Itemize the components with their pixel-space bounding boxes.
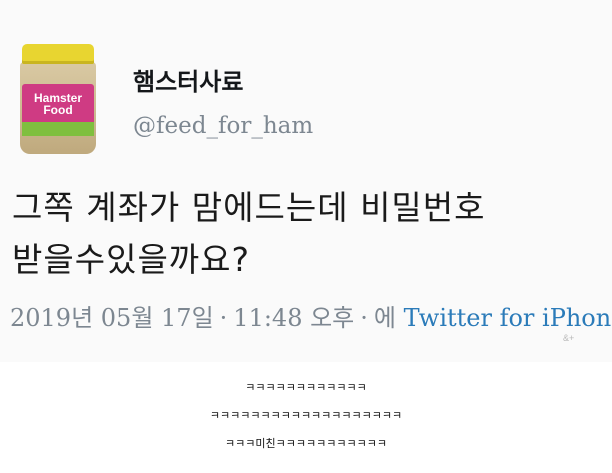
separator-dot: · <box>360 304 368 332</box>
tweet-date[interactable]: 2019년 05월 17일 <box>10 304 214 332</box>
tweet-text: 그쪽 계좌가 맘에드는데 비밀번호 받을수있을까요? <box>12 182 602 286</box>
avatar[interactable]: Hamster Food <box>18 44 98 156</box>
tweet-text-line: 받을수있을까요? <box>12 240 251 279</box>
comment-line: ㅋㅋㅋㅋㅋㅋㅋㅋㅋㅋㅋㅋ <box>245 381 367 394</box>
avatar-jar-body: Hamster Food <box>20 62 96 154</box>
comment-line: ㅋㅋㅋ미친ㅋㅋㅋㅋㅋㅋㅋㅋㅋㅋㅋ <box>225 437 387 450</box>
user-handle[interactable]: @feed_for_ham <box>133 113 313 139</box>
tweet-source-link[interactable]: Twitter for iPhone <box>404 304 612 332</box>
watermark: &+ <box>563 333 575 343</box>
tweet-meta: 2019년 05월 17일 · 11:48 오후 · 에 Twitter for iPh… <box>10 298 612 334</box>
display-name[interactable]: 햄스터사료 <box>133 62 243 97</box>
tweet-text-line: 그쪽 계좌가 맘에드는데 비밀번호 <box>12 188 486 227</box>
tweet-time[interactable]: 11:48 오후 <box>233 304 354 332</box>
avatar-jar-label: Hamster Food <box>22 84 94 136</box>
comment-list: ㅋㅋㅋㅋㅋㅋㅋㅋㅋㅋㅋㅋ ㅋㅋㅋㅋㅋㅋㅋㅋㅋㅋㅋㅋㅋㅋㅋㅋㅋㅋㅋ ㅋㅋㅋ미친ㅋㅋ… <box>0 374 612 458</box>
avatar-label-stripe <box>22 122 94 136</box>
avatar-jar-lid <box>22 44 94 64</box>
avatar-label-text: Hamster Food <box>33 91 83 117</box>
separator-dot: · <box>219 304 228 332</box>
comment-line: ㅋㅋㅋㅋㅋㅋㅋㅋㅋㅋㅋㅋㅋㅋㅋㅋㅋㅋㅋ <box>209 409 403 422</box>
tweet-card: Hamster Food 햄스터사료 @feed_for_ham 그쪽 계좌가 … <box>0 0 612 362</box>
via-label: 에 <box>373 304 396 332</box>
